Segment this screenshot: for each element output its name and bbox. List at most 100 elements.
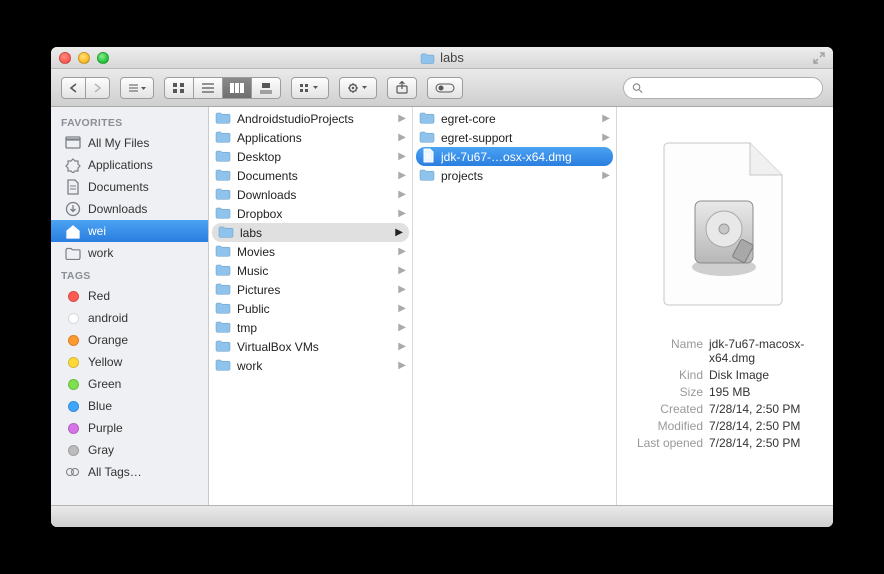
column-item[interactable]: labs▶ xyxy=(212,223,409,242)
file-icon xyxy=(422,148,435,166)
folder-icon xyxy=(218,225,234,241)
column-item[interactable]: Applications▶ xyxy=(209,128,412,147)
search-field[interactable] xyxy=(623,77,823,99)
column-item[interactable]: Music▶ xyxy=(209,261,412,280)
meta-value: 7/28/14, 2:50 PM xyxy=(709,436,819,450)
sidebar-item-gray[interactable]: Gray xyxy=(51,439,208,461)
column-item[interactable]: egret-core▶ xyxy=(413,109,616,128)
sidebar-item-blue[interactable]: Blue xyxy=(51,395,208,417)
search-input[interactable] xyxy=(648,81,814,95)
column-item[interactable]: egret-support▶ xyxy=(413,128,616,147)
sidebar-item-yellow[interactable]: Yellow xyxy=(51,351,208,373)
chevron-right-icon: ▶ xyxy=(602,132,610,143)
column-item[interactable]: Pictures▶ xyxy=(209,280,412,299)
forward-button[interactable] xyxy=(86,77,110,99)
folder-icon xyxy=(419,111,435,127)
sidebar-item-documents[interactable]: Documents xyxy=(51,176,208,198)
column-item[interactable]: VirtualBox VMs▶ xyxy=(209,337,412,356)
meta-row: KindDisk Image xyxy=(631,366,819,383)
sidebar-item-android[interactable]: android xyxy=(51,307,208,329)
column-item-label: Desktop xyxy=(237,150,388,164)
column-item-label: Downloads xyxy=(237,188,388,202)
close-button[interactable] xyxy=(59,52,71,64)
folder-icon xyxy=(215,130,231,146)
meta-value: jdk-7u67-macosx-x64.dmg xyxy=(709,337,819,365)
column-view-button[interactable] xyxy=(223,77,252,99)
column-item[interactable]: AndroidstudioProjects▶ xyxy=(209,109,412,128)
folder-icon xyxy=(215,149,231,165)
meta-value: 7/28/14, 2:50 PM xyxy=(709,402,819,416)
chevron-right-icon: ▶ xyxy=(398,170,406,181)
meta-value: Disk Image xyxy=(709,368,819,382)
column-item[interactable]: Public▶ xyxy=(209,299,412,318)
tag-icon xyxy=(65,420,81,436)
column-item-label: Music xyxy=(237,264,388,278)
tag-icon xyxy=(65,310,81,326)
sidebar-item-applications[interactable]: Applications xyxy=(51,154,208,176)
titlebar[interactable]: labs xyxy=(51,47,833,69)
sidebar-item-work[interactable]: work xyxy=(51,242,208,264)
meta-key: Kind xyxy=(631,368,709,382)
list-view-button[interactable] xyxy=(194,77,223,99)
arrange-button[interactable] xyxy=(291,77,329,99)
column-item[interactable]: work▶ xyxy=(209,356,412,375)
column-item[interactable]: jdk-7u67-…osx-x64.dmg xyxy=(416,147,613,166)
sidebar-header: TAGS xyxy=(51,264,208,285)
fullscreen-icon[interactable] xyxy=(812,51,826,65)
tag-icon xyxy=(65,288,81,304)
action-button[interactable] xyxy=(339,77,377,99)
sidebar-item-all-tags-[interactable]: All Tags… xyxy=(51,461,208,483)
sidebar-item-purple[interactable]: Purple xyxy=(51,417,208,439)
back-button[interactable] xyxy=(61,77,86,99)
chevron-right-icon: ▶ xyxy=(398,284,406,295)
sidebar-item-wei[interactable]: wei xyxy=(51,220,208,242)
window-title-text: labs xyxy=(440,50,464,65)
column-item[interactable]: Desktop▶ xyxy=(209,147,412,166)
documents-icon xyxy=(65,179,81,195)
tag-icon xyxy=(65,354,81,370)
all-my-files-icon xyxy=(65,135,81,151)
zoom-button[interactable] xyxy=(97,52,109,64)
meta-row: Modified7/28/14, 2:50 PM xyxy=(631,417,819,434)
folder-icon xyxy=(215,282,231,298)
column-item-label: VirtualBox VMs xyxy=(237,340,388,354)
column-item-label: Public xyxy=(237,302,388,316)
tag-icon xyxy=(65,398,81,414)
column-item-label: Applications xyxy=(237,131,388,145)
column-item-label: Dropbox xyxy=(237,207,388,221)
sidebar-item-downloads[interactable]: Downloads xyxy=(51,198,208,220)
icon-view-button[interactable] xyxy=(164,77,194,99)
column-0: AndroidstudioProjects▶Applications▶Deskt… xyxy=(209,107,413,505)
chevron-right-icon: ▶ xyxy=(398,113,406,124)
sidebar-item-label: Purple xyxy=(88,421,123,435)
sidebar-item-green[interactable]: Green xyxy=(51,373,208,395)
dmg-preview-icon xyxy=(650,137,800,307)
folder-icon xyxy=(419,168,435,184)
column-item[interactable]: tmp▶ xyxy=(209,318,412,337)
folder-icon xyxy=(215,168,231,184)
path-menu-button[interactable] xyxy=(120,77,154,99)
column-item[interactable]: Documents▶ xyxy=(209,166,412,185)
sidebar-item-label: android xyxy=(88,311,128,325)
column-item-label: projects xyxy=(441,169,592,183)
coverflow-view-button[interactable] xyxy=(252,77,281,99)
column-item[interactable]: Dropbox▶ xyxy=(209,204,412,223)
meta-value: 195 MB xyxy=(709,385,819,399)
minimize-button[interactable] xyxy=(78,52,90,64)
tags-button[interactable] xyxy=(427,77,463,99)
column-item[interactable]: Downloads▶ xyxy=(209,185,412,204)
column-item[interactable]: projects▶ xyxy=(413,166,616,185)
sidebar-item-orange[interactable]: Orange xyxy=(51,329,208,351)
sidebar-header: FAVORITES xyxy=(51,111,208,132)
sidebar-item-label: Orange xyxy=(88,333,128,347)
share-button[interactable] xyxy=(387,77,417,99)
window-title: labs xyxy=(51,50,833,65)
chevron-right-icon: ▶ xyxy=(398,360,406,371)
folder-icon xyxy=(215,187,231,203)
folder-icon xyxy=(215,301,231,317)
sidebar-item-label: Gray xyxy=(88,443,114,457)
sidebar-item-red[interactable]: Red xyxy=(51,285,208,307)
sidebar-item-all-my-files[interactable]: All My Files xyxy=(51,132,208,154)
column-item[interactable]: Movies▶ xyxy=(209,242,412,261)
column-item-label: jdk-7u67-…osx-x64.dmg xyxy=(441,150,607,164)
